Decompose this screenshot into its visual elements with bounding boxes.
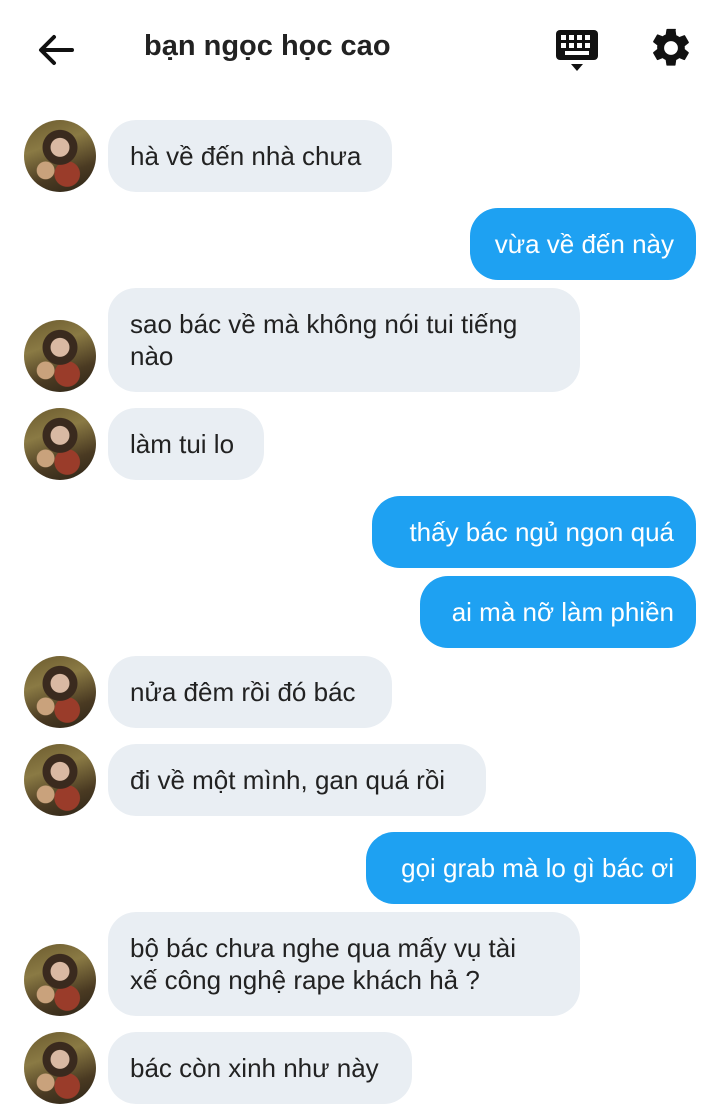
- incoming-message[interactable]: bác còn xinh như này: [108, 1032, 412, 1104]
- incoming-message[interactable]: hà về đến nhà chưa: [108, 120, 392, 192]
- chat-title: bạn ngọc học cao: [144, 30, 391, 62]
- avatar[interactable]: [24, 656, 96, 728]
- settings-button[interactable]: [648, 25, 694, 71]
- keyboard-icon: [556, 30, 598, 71]
- incoming-message[interactable]: bộ bác chưa nghe qua mấy vụ tài xế công …: [108, 912, 580, 1016]
- keyboard-button[interactable]: [554, 28, 600, 74]
- arrow-left-icon: [39, 35, 74, 65]
- avatar[interactable]: [24, 744, 96, 816]
- incoming-message[interactable]: đi về một mình, gan quá rồi: [108, 744, 486, 816]
- outgoing-message[interactable]: thấy bác ngủ ngon quá: [372, 496, 696, 568]
- gear-icon: [653, 28, 689, 66]
- avatar[interactable]: [24, 320, 96, 392]
- outgoing-message[interactable]: ai mà nỡ làm phiền: [420, 576, 696, 648]
- incoming-message[interactable]: nửa đêm rồi đó bác: [108, 656, 392, 728]
- avatar[interactable]: [24, 1032, 96, 1104]
- outgoing-message[interactable]: gọi grab mà lo gì bác ơi: [366, 832, 696, 904]
- back-button[interactable]: [34, 28, 78, 72]
- avatar[interactable]: [24, 944, 96, 1016]
- outgoing-message[interactable]: vừa về đến này: [470, 208, 696, 280]
- avatar[interactable]: [24, 408, 96, 480]
- incoming-message[interactable]: làm tui lo: [108, 408, 264, 480]
- avatar[interactable]: [24, 120, 96, 192]
- incoming-message[interactable]: sao bác về mà không nói tui tiếng nào: [108, 288, 580, 392]
- chat-header: bạn ngọc học cao: [0, 0, 720, 100]
